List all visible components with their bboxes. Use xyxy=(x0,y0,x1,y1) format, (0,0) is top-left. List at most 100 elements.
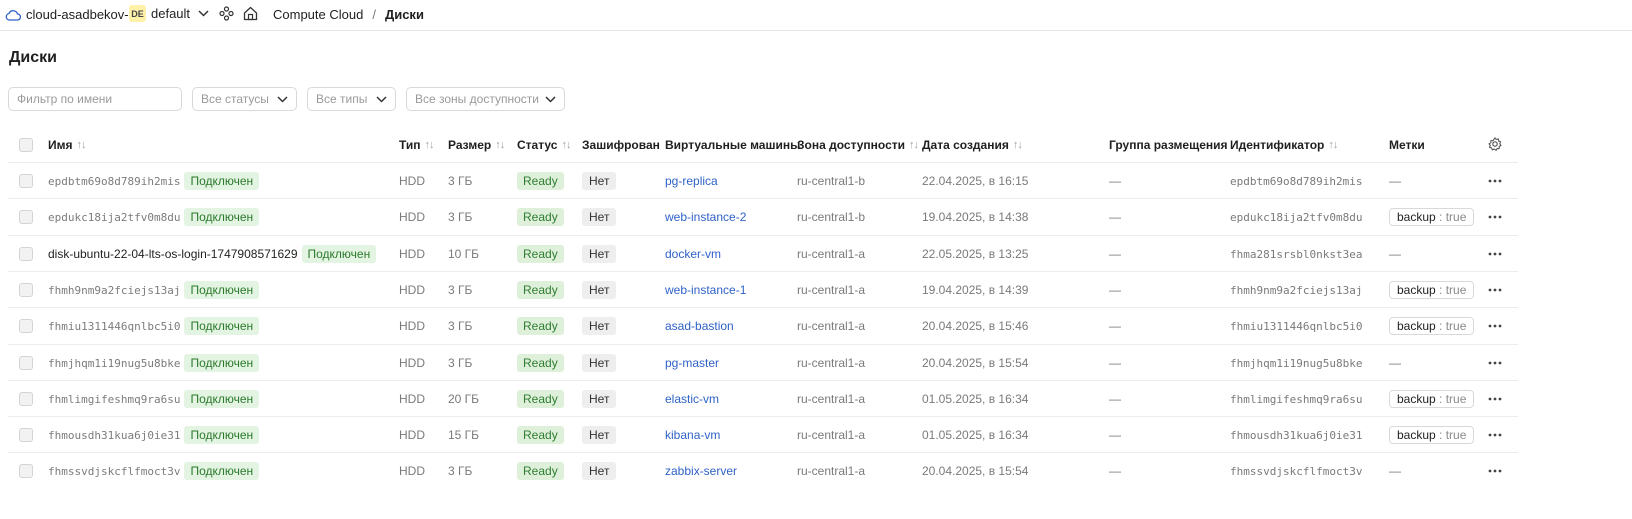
disk-name[interactable]: fhmh9nm9a2fciejs13aj xyxy=(48,284,180,297)
status-badge: Ready xyxy=(517,281,564,299)
more-icon xyxy=(1488,433,1502,437)
status-filter-select[interactable]: Все статусы xyxy=(192,87,297,111)
row-menu-button[interactable] xyxy=(1488,453,1502,489)
status-badge: Ready xyxy=(517,390,564,408)
sort-icon: ↑↓ xyxy=(424,139,435,151)
type-filter-select[interactable]: Все типы xyxy=(307,87,396,111)
row-checkbox[interactable] xyxy=(19,319,33,333)
vm-link[interactable]: web-instance-2 xyxy=(665,199,746,235)
label-tag[interactable]: backup : true xyxy=(1389,426,1475,444)
row-menu-button[interactable] xyxy=(1488,345,1502,381)
cloud-selector[interactable]: cloud-asadbekov-a xyxy=(5,7,136,22)
availability-zone: ru-central1-a xyxy=(797,464,866,478)
created-date: 01.05.2025, в 16:34 xyxy=(922,392,1029,406)
vm-link[interactable]: web-instance-1 xyxy=(665,272,746,308)
disk-id: fhmh9nm9a2fciejs13aj xyxy=(1230,283,1363,297)
chevron-down-icon xyxy=(277,96,288,103)
table-row[interactable]: fhmssvdjskcflfmoct3v Подключен HDD 3 ГБ … xyxy=(8,452,1518,488)
column-id[interactable]: Идентификатор ↑↓ xyxy=(1230,138,1338,152)
name-filter-input[interactable]: Фильтр по имени xyxy=(8,87,182,111)
more-icon xyxy=(1488,469,1502,473)
cloud-icon xyxy=(5,9,21,21)
disk-name[interactable]: fhmiu1311446qnlbc5i0 xyxy=(48,320,180,333)
column-vms: Виртуальные машины xyxy=(665,138,800,152)
vm-link[interactable]: docker-vm xyxy=(665,236,721,272)
vm-link[interactable]: pg-master xyxy=(665,345,719,381)
label-separator: : xyxy=(1435,319,1446,333)
availability-zone: ru-central1-a xyxy=(797,392,866,406)
created-date: 22.05.2025, в 13:25 xyxy=(922,247,1029,261)
disk-id: fhma281srsbl0nkst3ea xyxy=(1230,247,1363,261)
row-menu-button[interactable] xyxy=(1488,163,1502,199)
labels-empty: — xyxy=(1389,464,1401,478)
vm-link[interactable]: asad-bastion xyxy=(665,308,734,344)
folder-selector[interactable]: DE default xyxy=(129,5,209,22)
row-menu-button[interactable] xyxy=(1488,381,1502,417)
table-row[interactable]: fhmjhqm1i19nug5u8bke Подключен HDD 3 ГБ … xyxy=(8,344,1518,380)
home-button[interactable] xyxy=(243,6,258,21)
placement-group: — xyxy=(1109,319,1121,333)
chevron-down-icon xyxy=(545,96,556,103)
column-created[interactable]: Дата создания ↑↓ xyxy=(922,138,1023,152)
availability-zone: ru-central1-b xyxy=(797,174,866,188)
row-menu-button[interactable] xyxy=(1488,199,1502,235)
disk-name[interactable]: fhmssvdjskcflfmoct3v xyxy=(48,465,180,478)
row-menu-button[interactable] xyxy=(1488,308,1502,344)
label-tag[interactable]: backup : true xyxy=(1389,281,1475,299)
vm-link[interactable]: zabbix-server xyxy=(665,453,737,489)
row-checkbox[interactable] xyxy=(19,174,33,188)
row-checkbox[interactable] xyxy=(19,283,33,297)
disk-id: fhmjhqm1i19nug5u8bke xyxy=(1230,356,1363,370)
availability-zone: ru-central1-a xyxy=(797,428,866,442)
table-row[interactable]: fhmiu1311446qnlbc5i0 Подключен HDD 3 ГБ … xyxy=(8,307,1518,343)
vm-link[interactable]: elastic-vm xyxy=(665,381,719,417)
zone-filter-select[interactable]: Все зоны доступности xyxy=(406,87,565,111)
label-value: true xyxy=(1445,319,1467,333)
column-vms-label: Виртуальные машины xyxy=(665,138,801,152)
column-size[interactable]: Размер ↑↓ xyxy=(448,138,505,152)
table-row[interactable]: fhmlimgifeshmq9ra6su Подключен HDD 20 ГБ… xyxy=(8,380,1518,416)
table-settings-button[interactable] xyxy=(1488,137,1502,151)
vm-link[interactable]: kibana-vm xyxy=(665,417,720,453)
row-checkbox[interactable] xyxy=(19,247,33,261)
attached-badge: Подключен xyxy=(184,426,260,444)
column-status[interactable]: Статус ↑↓ xyxy=(517,138,571,152)
table-row[interactable]: fhmh9nm9a2fciejs13aj Подключен HDD 3 ГБ … xyxy=(8,271,1518,307)
disk-name[interactable]: epdukc18ija2tfv0m8du xyxy=(48,211,180,224)
disk-name[interactable]: epdbtm69o8d789ih2mis xyxy=(48,175,180,188)
select-all-checkbox[interactable] xyxy=(19,138,33,152)
disk-name[interactable]: fhmlimgifeshmq9ra6su xyxy=(48,393,180,406)
column-zone[interactable]: Зона доступности ↑↓ xyxy=(797,138,919,152)
table-row[interactable]: fhmousdh31kua6j0ie31 Подключен HDD 15 ГБ… xyxy=(8,416,1518,452)
disk-name[interactable]: fhmjhqm1i19nug5u8bke xyxy=(48,357,180,370)
vm-link[interactable]: pg-replica xyxy=(665,163,718,199)
table-row[interactable]: disk-ubuntu-22-04-lts-os-login-174790857… xyxy=(8,235,1518,271)
label-tag[interactable]: backup : true xyxy=(1389,317,1475,335)
attached-badge: Подключен xyxy=(184,317,260,335)
table-row[interactable]: epdbtm69o8d789ih2mis Подключен HDD 3 ГБ … xyxy=(8,162,1518,198)
row-menu-button[interactable] xyxy=(1488,236,1502,272)
row-checkbox[interactable] xyxy=(19,356,33,370)
disk-id: fhmlimgifeshmq9ra6su xyxy=(1230,392,1363,406)
disk-name[interactable]: disk-ubuntu-22-04-lts-os-login-174790857… xyxy=(48,247,298,261)
row-checkbox[interactable] xyxy=(19,210,33,224)
availability-zone: ru-central1-a xyxy=(797,247,866,261)
column-name[interactable]: Имя ↑↓ xyxy=(48,138,87,152)
status-badge: Ready xyxy=(517,354,564,372)
row-menu-button[interactable] xyxy=(1488,417,1502,453)
label-tag[interactable]: backup : true xyxy=(1389,208,1475,226)
row-menu-button[interactable] xyxy=(1488,272,1502,308)
status-filter-value: Все статусы xyxy=(201,92,269,106)
table-row[interactable]: epdukc18ija2tfv0m8du Подключен HDD 3 ГБ … xyxy=(8,198,1518,234)
row-checkbox[interactable] xyxy=(19,428,33,442)
disk-size: 3 ГБ xyxy=(448,283,473,297)
label-tag[interactable]: backup : true xyxy=(1389,390,1475,408)
row-checkbox[interactable] xyxy=(19,464,33,478)
services-button[interactable] xyxy=(219,6,234,21)
row-checkbox[interactable] xyxy=(19,392,33,406)
breadcrumb-compute-cloud[interactable]: Compute Cloud xyxy=(273,7,363,22)
disk-name[interactable]: fhmousdh31kua6j0ie31 xyxy=(48,429,180,442)
column-type[interactable]: Тип ↑↓ xyxy=(399,138,435,152)
chevron-down-icon[interactable] xyxy=(198,10,209,17)
disk-id: fhmousdh31kua6j0ie31 xyxy=(1230,428,1363,442)
